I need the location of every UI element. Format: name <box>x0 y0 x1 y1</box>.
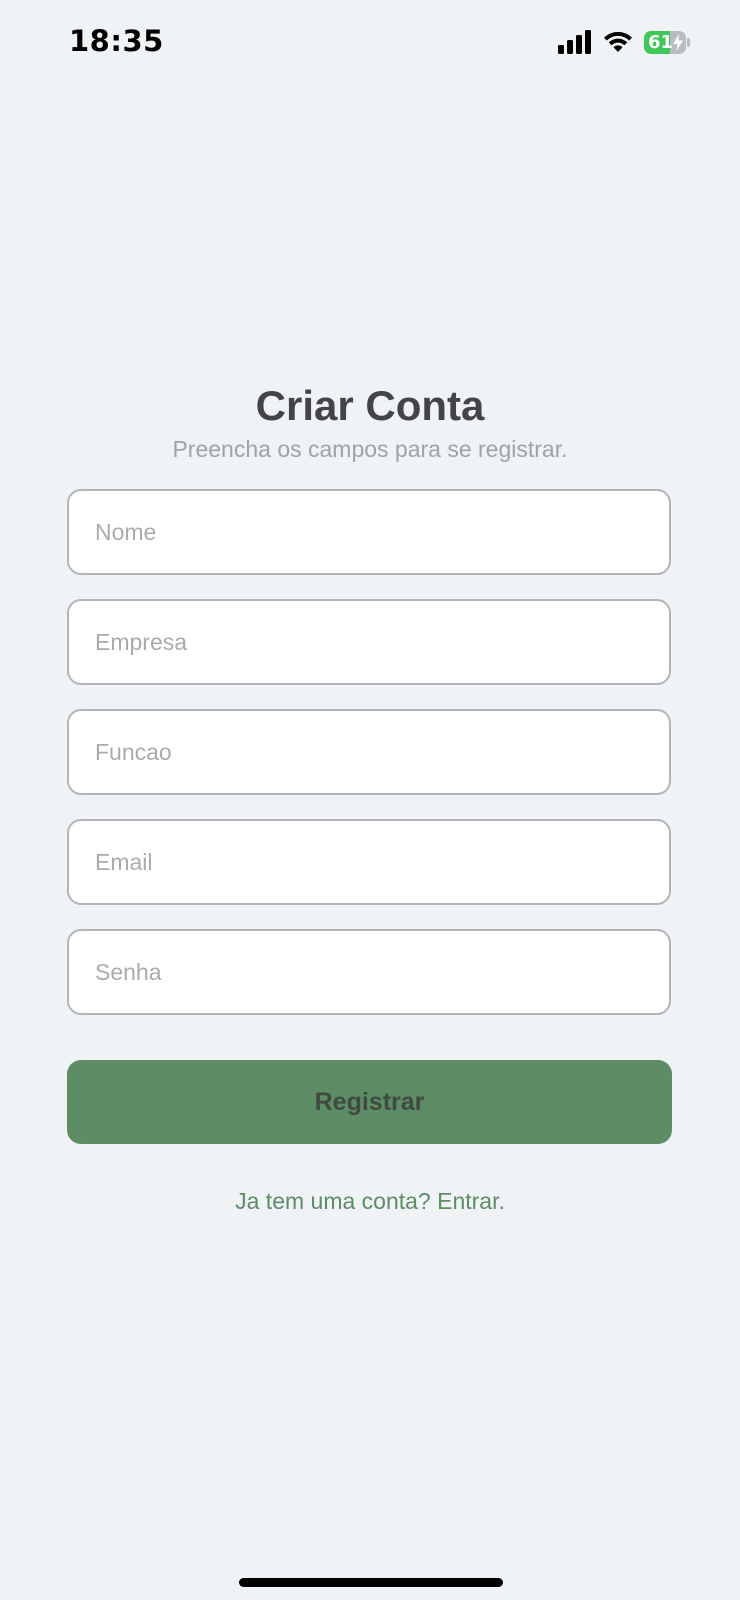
status-icons: 61 <box>558 29 690 55</box>
name-field[interactable] <box>67 489 671 575</box>
login-link[interactable]: Ja tem uma conta? Entrar. <box>0 1188 740 1215</box>
page-subtitle: Preencha os campos para se registrar. <box>172 436 568 462</box>
battery-level: 61 <box>648 31 674 53</box>
email-field[interactable] <box>67 819 671 905</box>
status-time: 18:35 <box>69 24 164 58</box>
home-indicator[interactable] <box>239 1578 503 1587</box>
role-field[interactable] <box>67 709 671 795</box>
cellular-signal-icon <box>558 30 591 54</box>
register-button[interactable]: Registrar <box>67 1060 672 1144</box>
battery-cap <box>687 37 690 47</box>
password-field[interactable] <box>67 929 671 1015</box>
battery-charging-icon: 61 <box>644 30 690 54</box>
page-title: Criar Conta <box>255 382 485 429</box>
wifi-icon <box>604 31 632 52</box>
company-field[interactable] <box>67 599 671 685</box>
status-bar: 18:35 61 <box>0 0 740 84</box>
charging-bolt-icon <box>673 33 684 51</box>
battery-body: 61 <box>644 30 687 54</box>
